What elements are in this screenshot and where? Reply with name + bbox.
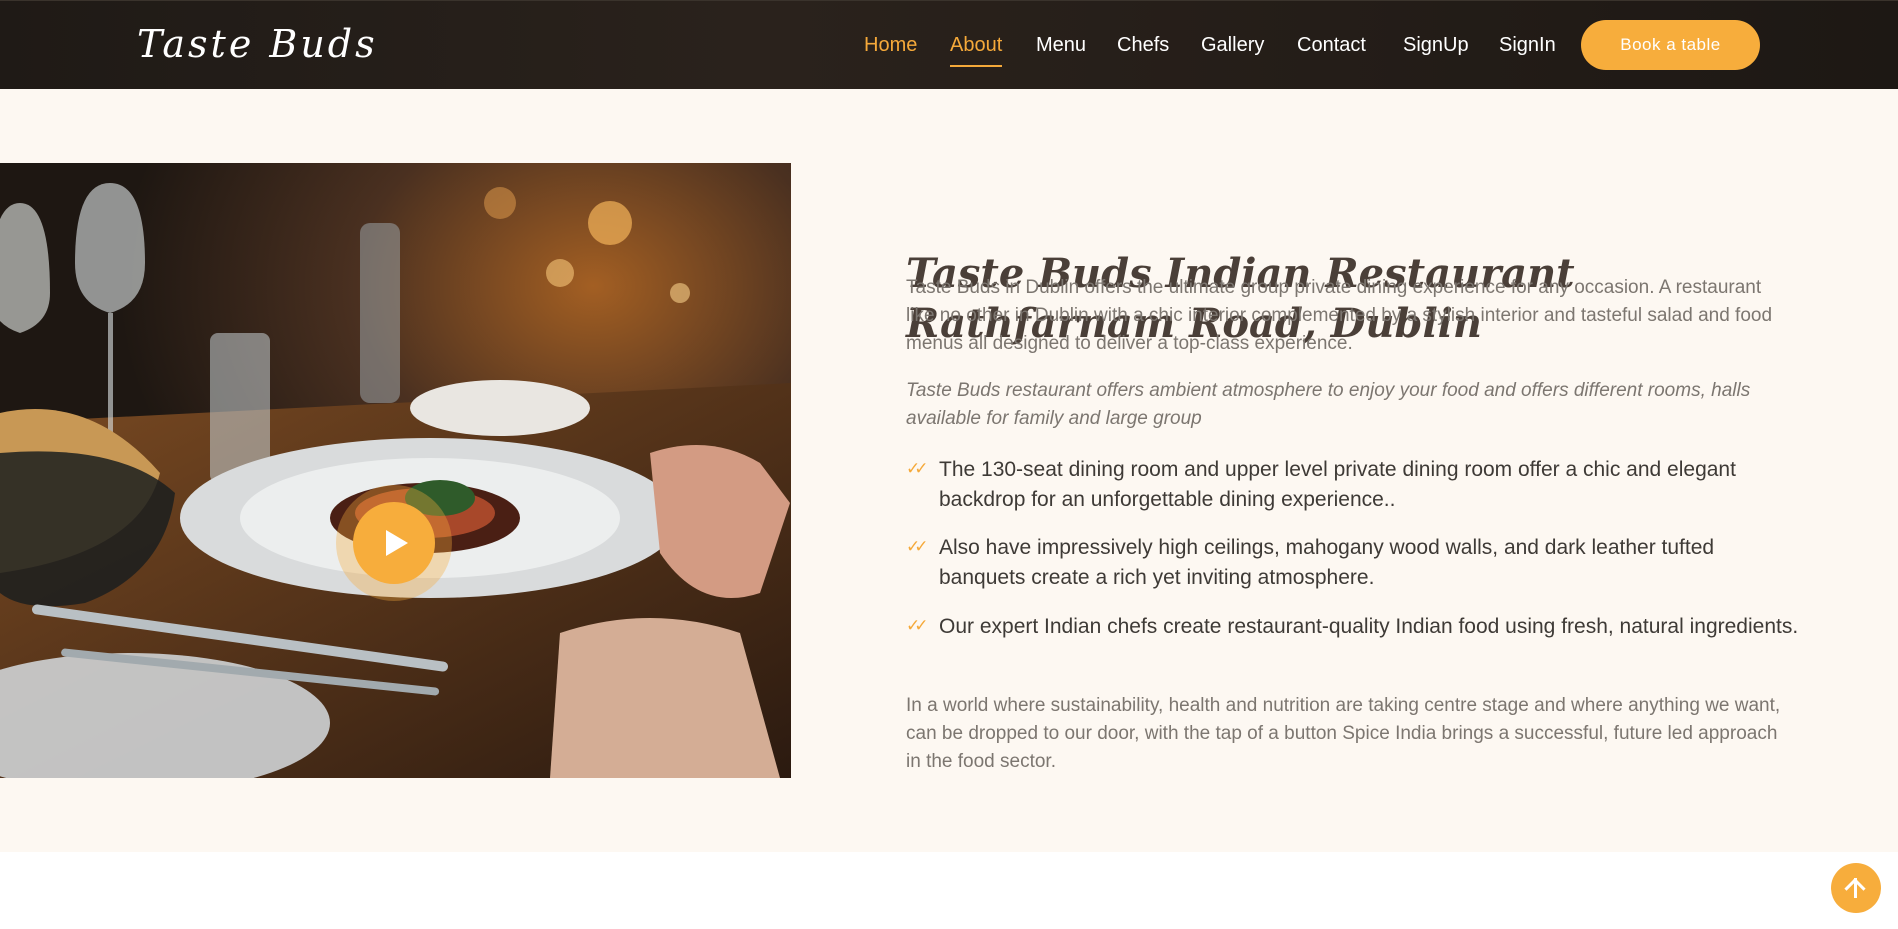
nav-gallery[interactable]: Gallery [1201, 29, 1264, 61]
nav-contact[interactable]: Contact [1297, 29, 1366, 61]
nav-about[interactable]: About [950, 29, 1003, 67]
book-table-button[interactable]: Book a table [1581, 20, 1760, 70]
about-intro: Taste Buds in Dublin offers the ultimate… [906, 277, 1773, 354]
site-logo[interactable]: Taste Buds [137, 19, 378, 69]
play-video-button[interactable] [353, 502, 435, 584]
restaurant-dining-photo [0, 163, 791, 778]
scroll-to-top-button[interactable] [1831, 863, 1881, 913]
double-check-icon: ✓✓ [906, 616, 929, 636]
about-bullet: Our expert Indian chefs create restauran… [939, 615, 1799, 638]
about-bullet: Also have impressively high ceilings, ma… [939, 536, 1715, 589]
site-header: Taste Buds Home About Menu Chefs Gallery… [0, 0, 1898, 89]
about-bullet: The 130-seat dining room and upper level… [939, 458, 1736, 511]
dining-table-image [0, 163, 791, 778]
nav-menu[interactable]: Menu [1036, 29, 1086, 61]
about-italic-note: Taste Buds restaurant offers ambient atm… [906, 380, 1751, 429]
nav-home[interactable]: Home [864, 29, 917, 61]
double-check-icon: ✓✓ [906, 459, 929, 479]
nav-signin[interactable]: SignIn [1499, 29, 1556, 61]
nav-chefs[interactable]: Chefs [1117, 29, 1169, 61]
nav-signup[interactable]: SignUp [1403, 29, 1469, 61]
about-section: Taste Buds Indian Restaurant Rathfarnam … [0, 89, 1898, 852]
double-check-icon: ✓✓ [906, 537, 929, 557]
about-closing: In a world where sustainability, health … [906, 695, 1781, 772]
